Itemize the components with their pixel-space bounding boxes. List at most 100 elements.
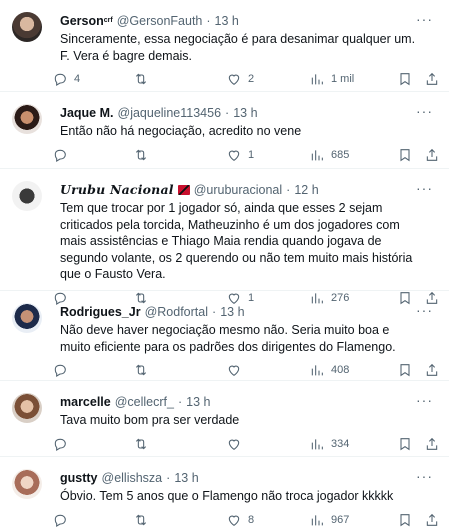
handle[interactable]: @cellecrf_ xyxy=(115,394,174,410)
share-button[interactable] xyxy=(424,147,440,163)
tweet-header: Jaque M. @jaqueline113456 · 13 h xyxy=(60,104,439,122)
retweet-button[interactable] xyxy=(133,362,155,378)
timestamp[interactable]: 13 h xyxy=(233,105,257,121)
tweet-text: Óbvio. Tem 5 anos que o Flamengo não tro… xyxy=(60,489,394,503)
tweet-header: Urubu Nacional @uruburacional · 12 h xyxy=(60,181,439,199)
handle[interactable]: @ellishsza xyxy=(102,470,163,486)
retweet-icon xyxy=(135,514,147,525)
like-icon xyxy=(228,74,240,85)
timestamp[interactable]: 13 h xyxy=(186,394,210,410)
more-icon[interactable]: ··· xyxy=(416,469,433,483)
retweet-button[interactable] xyxy=(133,512,155,528)
tweet[interactable]: Jaque M. @jaqueline113456 · 13 h ··· Ent… xyxy=(0,92,449,169)
like-count: 1 xyxy=(248,148,255,161)
timestamp[interactable]: 13 h xyxy=(220,304,244,320)
tweet-text: Sinceramente, essa negociação é para des… xyxy=(60,32,416,63)
reply-button[interactable] xyxy=(52,436,74,452)
retweet-button[interactable] xyxy=(133,436,155,452)
reply-feed: Gerson crf @GersonFauth · 13 h ··· Sincer… xyxy=(0,0,449,532)
views-button[interactable]: 408 xyxy=(309,362,349,378)
retweet-icon xyxy=(135,73,147,85)
more-icon[interactable]: ··· xyxy=(416,104,433,118)
views-button[interactable]: 685 xyxy=(309,147,349,163)
separator: · xyxy=(286,183,291,197)
tweet[interactable]: Rodrigues_Jr @Rodfortal · 13 h ··· Não d… xyxy=(0,291,449,381)
display-name[interactable]: Jaque M. xyxy=(60,105,114,121)
handle[interactable]: @jaqueline113456 xyxy=(118,105,222,121)
reply-icon xyxy=(54,514,66,527)
separator: · xyxy=(166,471,171,485)
reply-icon xyxy=(54,73,66,86)
like-icon xyxy=(228,515,240,526)
views-count: 1 mil xyxy=(331,73,355,85)
views-button[interactable]: 967 xyxy=(309,512,349,528)
tweet-header: Rodrigues_Jr @Rodfortal · 13 h xyxy=(60,303,439,321)
like-button[interactable]: 2 xyxy=(226,71,254,87)
tweet[interactable]: Urubu Nacional @uruburacional · 12 h ···… xyxy=(0,169,449,305)
like-button[interactable] xyxy=(226,436,248,452)
avatar[interactable] xyxy=(12,303,42,333)
like-button[interactable]: 8 xyxy=(226,512,254,528)
avatar[interactable] xyxy=(12,12,42,42)
display-name[interactable]: Rodrigues_Jr xyxy=(60,304,141,320)
views-count: 967 xyxy=(331,513,350,526)
more-icon[interactable]: ··· xyxy=(416,12,433,26)
timestamp[interactable]: 13 h xyxy=(174,470,198,486)
bookmark-button[interactable] xyxy=(397,436,413,452)
avatar[interactable] xyxy=(12,104,42,134)
views-count: 685 xyxy=(331,148,350,161)
like-button[interactable]: 1 xyxy=(226,147,254,163)
share-button[interactable] xyxy=(424,362,440,378)
bookmark-icon xyxy=(400,73,410,86)
display-name[interactable]: gustty xyxy=(60,470,98,486)
display-name[interactable]: marcelle xyxy=(60,394,111,410)
views-button[interactable]: 334 xyxy=(309,436,349,452)
tweet-header: marcelle @cellecrf_ · 13 h xyxy=(60,393,439,411)
more-icon[interactable]: ··· xyxy=(416,393,433,407)
views-icon xyxy=(311,514,323,525)
tweet-text: Não deve haver negociação mesmo não. Ser… xyxy=(60,323,396,354)
tweet[interactable]: marcelle @cellecrf_ · 13 h ··· Tava muit… xyxy=(0,381,449,457)
handle[interactable]: @uruburacional xyxy=(194,182,282,198)
tweet[interactable]: Gerson crf @GersonFauth · 13 h ··· Sincer… xyxy=(0,0,449,92)
tweet[interactable]: gustty @ellishsza · 13 h ··· Óbvio. Tem … xyxy=(0,457,449,532)
share-icon xyxy=(426,72,438,85)
timestamp[interactable]: 12 h xyxy=(294,182,318,198)
more-icon[interactable]: ··· xyxy=(416,181,433,195)
share-icon xyxy=(426,513,438,526)
bookmark-button[interactable] xyxy=(397,512,413,528)
tweet-header: gustty @ellishsza · 13 h xyxy=(60,469,439,487)
more-icon[interactable]: ··· xyxy=(416,303,433,317)
share-icon xyxy=(426,437,438,450)
display-name[interactable]: Gerson xyxy=(60,13,104,29)
timestamp[interactable]: 13 h xyxy=(215,13,239,29)
share-button[interactable] xyxy=(424,436,440,452)
views-icon xyxy=(311,438,323,449)
avatar[interactable] xyxy=(12,469,42,499)
share-button[interactable] xyxy=(424,512,440,528)
display-name[interactable]: Urubu Nacional xyxy=(60,182,174,198)
avatar[interactable] xyxy=(12,393,42,423)
like-icon xyxy=(228,365,240,376)
like-icon xyxy=(228,150,240,161)
bookmark-button[interactable] xyxy=(397,147,413,163)
avatar[interactable] xyxy=(12,181,42,211)
reply-button[interactable] xyxy=(52,512,74,528)
bookmark-button[interactable] xyxy=(397,362,413,378)
reply-button[interactable]: 4 xyxy=(52,71,80,87)
like-icon xyxy=(228,439,240,450)
retweet-button[interactable] xyxy=(133,147,155,163)
like-count: 2 xyxy=(248,73,255,85)
retweet-button[interactable] xyxy=(133,71,155,87)
handle[interactable]: @GersonFauth xyxy=(117,13,203,29)
views-icon xyxy=(311,149,323,160)
views-button[interactable]: 1 mil xyxy=(309,71,354,87)
reply-button[interactable] xyxy=(52,147,74,163)
share-button[interactable] xyxy=(424,71,440,87)
tweet-text: Tava muito bom pra ser verdade xyxy=(60,413,240,427)
reply-button[interactable] xyxy=(52,362,74,378)
like-button[interactable] xyxy=(226,362,248,378)
bookmark-button[interactable] xyxy=(397,71,413,87)
separator: · xyxy=(177,395,183,409)
handle[interactable]: @Rodfortal xyxy=(145,304,208,320)
